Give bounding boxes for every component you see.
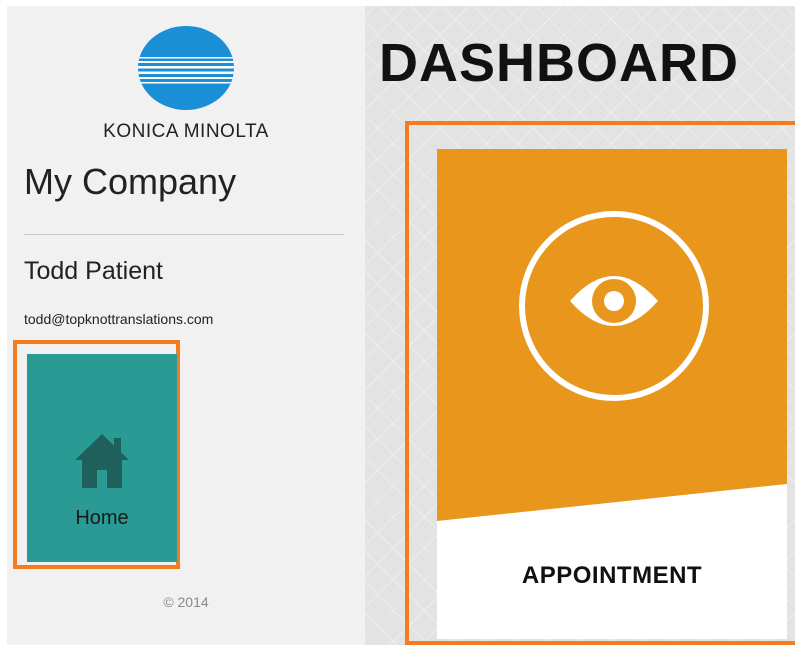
nav-home-label: Home	[75, 507, 129, 529]
logo-wordmark: KONICA MINOLTA	[103, 121, 269, 142]
home-highlight-frame: Home	[13, 340, 180, 569]
copyright: © 2014	[163, 594, 209, 610]
sidebar: KONICA MINOLTA My Company Todd Patient t…	[7, 6, 365, 645]
divider	[24, 234, 344, 235]
main-content: DASHBOARD APPOINTMENT	[365, 6, 795, 645]
appointment-tile[interactable]: APPOINTMENT	[437, 149, 787, 639]
appointment-highlight-frame: APPOINTMENT	[405, 121, 795, 645]
page-title: DASHBOARD	[379, 33, 739, 93]
company-name: My Company	[24, 161, 237, 202]
konica-minolta-globe-icon	[138, 26, 234, 110]
user-name: Todd Patient	[24, 257, 163, 285]
appointment-tile-graphic	[437, 149, 787, 521]
home-icon	[75, 434, 129, 488]
appointment-label: APPOINTMENT	[521, 562, 703, 589]
nav-home-tile[interactable]: Home	[27, 354, 177, 562]
user-email: todd@topknottranslations.com	[24, 311, 214, 327]
company-logo: KONICA MINOLTA	[7, 24, 365, 144]
